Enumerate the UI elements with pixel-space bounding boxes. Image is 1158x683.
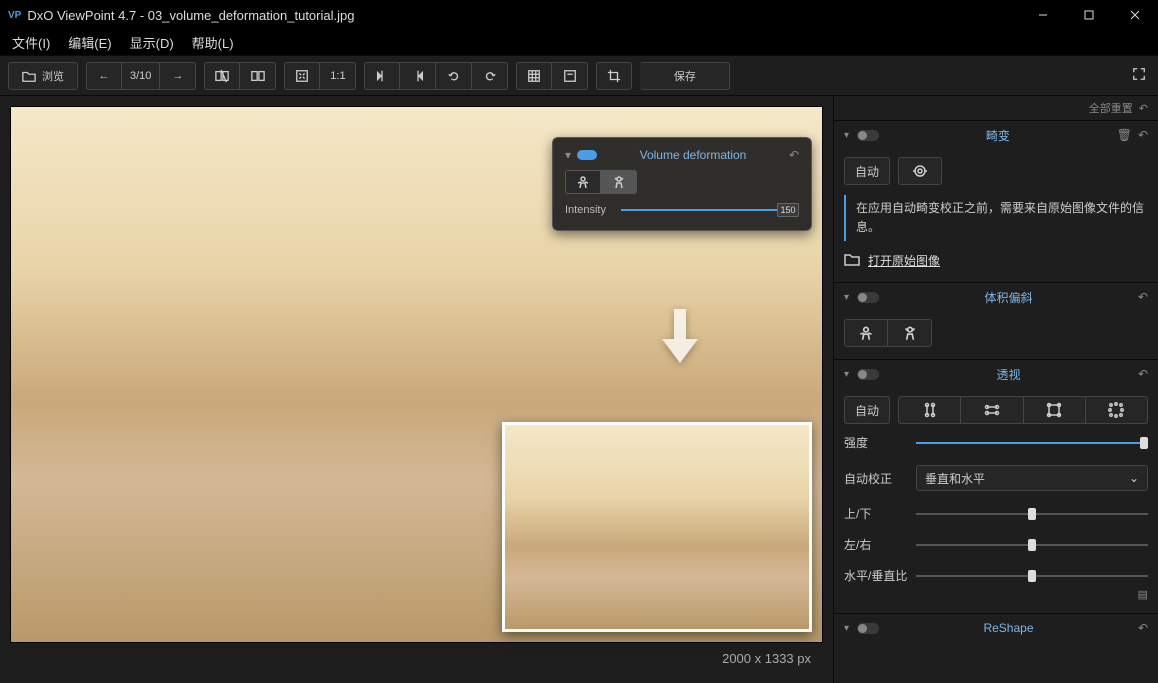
menu-bar: 文件(I) 编辑(E) 显示(D) 帮助(L) (0, 30, 1158, 56)
up-down-slider[interactable] (916, 513, 1148, 515)
fullscreen-button[interactable] (1128, 63, 1150, 88)
section-title: 透视 (887, 366, 1130, 383)
perspective-tool-rectangle[interactable] (1024, 396, 1086, 424)
intensity-label: 强度 (844, 434, 916, 451)
nav-position: 3/10 (122, 62, 160, 90)
zoom-1to1-button[interactable]: 1:1 (320, 62, 356, 90)
auto-correction-label: 自动校正 (844, 470, 916, 487)
up-down-label: 上/下 (844, 505, 916, 522)
arrow-down-icon (658, 307, 702, 370)
chevron-down-icon[interactable]: ▾ (565, 148, 571, 162)
maximize-button[interactable] (1066, 0, 1112, 30)
chevron-down-icon: ⌄ (1129, 471, 1139, 485)
fit-button[interactable] (284, 62, 320, 90)
rotate-ccw-button[interactable] (436, 62, 472, 90)
save-button[interactable]: 保存 (640, 62, 730, 90)
section-header-volume[interactable]: ▾ 体积偏斜 ↶ (834, 283, 1158, 311)
section-title: 体积偏斜 (887, 289, 1130, 306)
chevron-down-icon: ▾ (844, 369, 849, 380)
reset-all-link[interactable]: 全部重置 (1089, 100, 1133, 116)
hv-ratio-slider[interactable] (916, 575, 1148, 577)
browse-label: 浏览 (42, 68, 64, 84)
volume-mode-horizontal[interactable] (565, 170, 601, 194)
undo-icon[interactable]: ↶ (1138, 621, 1148, 635)
next-image-button[interactable]: → (160, 62, 196, 90)
overlay-toggle[interactable] (577, 150, 597, 160)
minimize-button[interactable] (1020, 0, 1066, 30)
undo-icon[interactable]: ↶ (789, 148, 799, 162)
left-right-slider[interactable] (916, 544, 1148, 546)
undo-icon[interactable]: ↶ (1138, 367, 1148, 381)
menu-display[interactable]: 显示(D) (130, 33, 174, 52)
perspective-tool-vertical[interactable] (898, 396, 961, 424)
status-bar: 2000 x 1333 px (10, 643, 823, 673)
window-title: DxO ViewPoint 4.7 - 03_volume_deformatio… (27, 8, 1020, 23)
distortion-toggle[interactable] (857, 130, 879, 141)
volume-deformation-overlay: ▾ Volume deformation ↶ Intensity 150 (552, 137, 812, 231)
flip-v-button[interactable] (400, 62, 436, 90)
intensity-slider[interactable]: 150 (621, 209, 799, 211)
section-title: ReShape (887, 621, 1130, 635)
app-logo: VP (8, 10, 21, 21)
chevron-down-icon: ▾ (844, 623, 849, 634)
browse-button[interactable]: 浏览 (8, 62, 78, 90)
perspective-tool-horizontal[interactable] (961, 396, 1023, 424)
perspective-tool-8point[interactable] (1086, 396, 1148, 424)
intensity-value[interactable]: 150 (777, 203, 799, 217)
undo-icon[interactable]: ↶ (1139, 102, 1148, 115)
compare-side-button[interactable] (204, 62, 240, 90)
perspective-auto-button[interactable]: 自动 (844, 396, 890, 424)
right-panel: 全部重置 ↶ ▾ 畸变 🗑 ↶ 自动 在应用自动畸变校正之前，需要来自原始图像文件… (833, 96, 1158, 683)
compare-split-button[interactable] (240, 62, 276, 90)
chevron-down-icon: ▾ (844, 130, 849, 141)
reshape-toggle[interactable] (857, 623, 879, 634)
volume-mode-diagonal[interactable] (888, 319, 932, 347)
section-header-perspective[interactable]: ▾ 透视 ↶ (834, 360, 1158, 388)
crop-button[interactable] (596, 62, 632, 90)
title-bar: VP DxO ViewPoint 4.7 - 03_volume_deforma… (0, 0, 1158, 30)
open-original-link[interactable]: 打开原始图像 (868, 252, 940, 269)
section-title: 畸变 (887, 127, 1109, 144)
auto-correction-select[interactable]: 垂直和水平 ⌄ (916, 465, 1148, 491)
toolbar: 浏览 ← 3/10 → 1:1 保存 (0, 56, 1158, 96)
close-button[interactable] (1112, 0, 1158, 30)
select-value: 垂直和水平 (925, 470, 985, 487)
grid-button[interactable] (516, 62, 552, 90)
perspective-intensity-slider[interactable] (916, 442, 1148, 444)
section-header-reshape[interactable]: ▾ ReShape ↶ (834, 614, 1158, 642)
flip-h-button[interactable] (364, 62, 400, 90)
more-icon[interactable]: ▤ (844, 588, 1148, 601)
distortion-auto-button[interactable]: 自动 (844, 157, 890, 185)
volume-mode-horizontal[interactable] (844, 319, 888, 347)
overlay-title: Volume deformation (597, 148, 789, 162)
rotate-cw-button[interactable] (472, 62, 508, 90)
distortion-info-text: 在应用自动畸变校正之前，需要来自原始图像文件的信息。 (844, 195, 1148, 241)
delete-icon[interactable]: 🗑 (1117, 128, 1132, 142)
volume-toggle[interactable] (857, 292, 879, 303)
folder-icon (844, 251, 860, 270)
perspective-toggle[interactable] (857, 369, 879, 380)
chevron-down-icon: ▾ (844, 292, 849, 303)
undo-icon[interactable]: ↶ (1138, 128, 1148, 142)
menu-edit[interactable]: 编辑(E) (68, 33, 111, 52)
hv-ratio-label: 水平/垂直比 (844, 567, 916, 584)
info-overlay-button[interactable] (552, 62, 588, 90)
image-viewport[interactable]: ▾ Volume deformation ↶ Intensity 150 (10, 106, 823, 643)
distortion-manual-button[interactable] (898, 157, 942, 185)
intensity-label: Intensity (565, 204, 613, 216)
image-dimensions: 2000 x 1333 px (722, 651, 811, 666)
undo-icon[interactable]: ↶ (1138, 290, 1148, 304)
section-header-distortion[interactable]: ▾ 畸变 🗑 ↶ (834, 121, 1158, 149)
left-right-label: 左/右 (844, 536, 916, 553)
prev-image-button[interactable]: ← (86, 62, 122, 90)
menu-file[interactable]: 文件(I) (12, 33, 50, 52)
volume-mode-diagonal[interactable] (601, 170, 637, 194)
menu-help[interactable]: 帮助(L) (192, 33, 234, 52)
result-preview-thumbnail (502, 422, 812, 632)
